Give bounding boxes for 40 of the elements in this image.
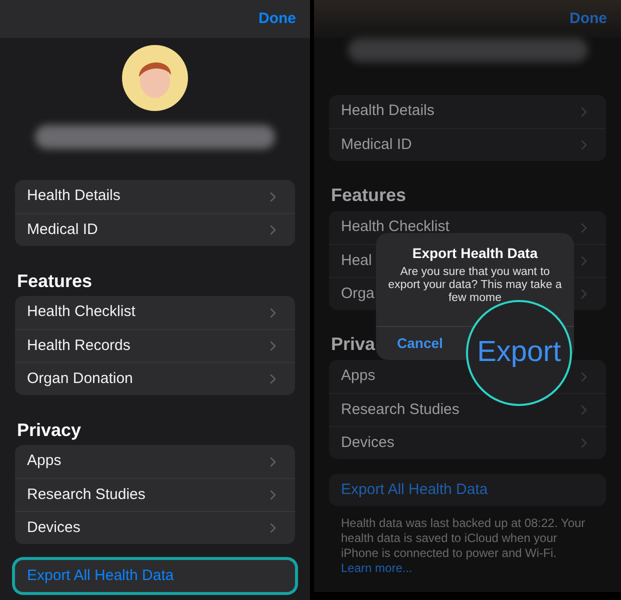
row-label: Apps <box>341 366 376 386</box>
settings-row[interactable]: Medical ID <box>329 128 606 161</box>
row-label: Medical ID <box>341 134 412 155</box>
row-label: Research Studies <box>27 484 146 505</box>
cancel-button[interactable]: Cancel <box>376 327 464 360</box>
avatar <box>122 45 188 111</box>
settings-row[interactable]: Health Checklist <box>329 211 606 244</box>
settings-row[interactable]: Medical ID <box>15 213 295 246</box>
section-header: Privacy <box>17 418 82 442</box>
done-button[interactable]: Done <box>258 8 296 30</box>
footer-note: Health data was last backed up at 08:22. Your health data is saved to iCloud when your iPhone is connected to power and Wi-Fi. Learn more... <box>341 516 586 576</box>
settings-row[interactable]: Research Studies <box>15 478 295 511</box>
settings-row[interactable]: Health Details <box>329 95 606 128</box>
row-label: Health Checklist <box>27 302 136 322</box>
row-label: Apps <box>27 451 62 472</box>
section-header: Features <box>331 184 406 206</box>
row-label: Health Records <box>27 336 130 356</box>
settings-row[interactable]: Apps <box>15 445 295 478</box>
export-all-button[interactable]: Export All Health Data <box>15 560 295 592</box>
row-label: Heal <box>341 250 372 271</box>
row-label: Orga <box>341 284 374 304</box>
row-label: Research Studies <box>341 400 460 420</box>
section-header: Features <box>17 270 92 292</box>
row-label: Devices <box>341 432 394 453</box>
row-label: Health Details <box>341 101 434 122</box>
alert-title: Export Health Data <box>412 244 538 263</box>
settings-row[interactable]: Devices <box>15 511 295 544</box>
row-label: Medical ID <box>27 220 98 240</box>
settings-row[interactable]: Health Details <box>15 180 295 213</box>
export-label: Export <box>477 335 561 370</box>
settings-row[interactable]: Devices <box>329 426 606 459</box>
alert-message: Are you sure that you want to export your data? This may take a few mome <box>387 266 563 305</box>
settings-row[interactable]: Health Records <box>15 329 295 362</box>
settings-row[interactable]: Health Checklist <box>15 296 295 329</box>
row-label: Organ Donation <box>27 368 133 389</box>
section-header: Priva <box>331 332 376 356</box>
row-label: Health Checklist <box>341 217 450 238</box>
row-label: Devices <box>27 518 80 538</box>
settings-row[interactable]: Organ Donation <box>15 362 295 395</box>
row-label: Health Details <box>27 186 120 206</box>
